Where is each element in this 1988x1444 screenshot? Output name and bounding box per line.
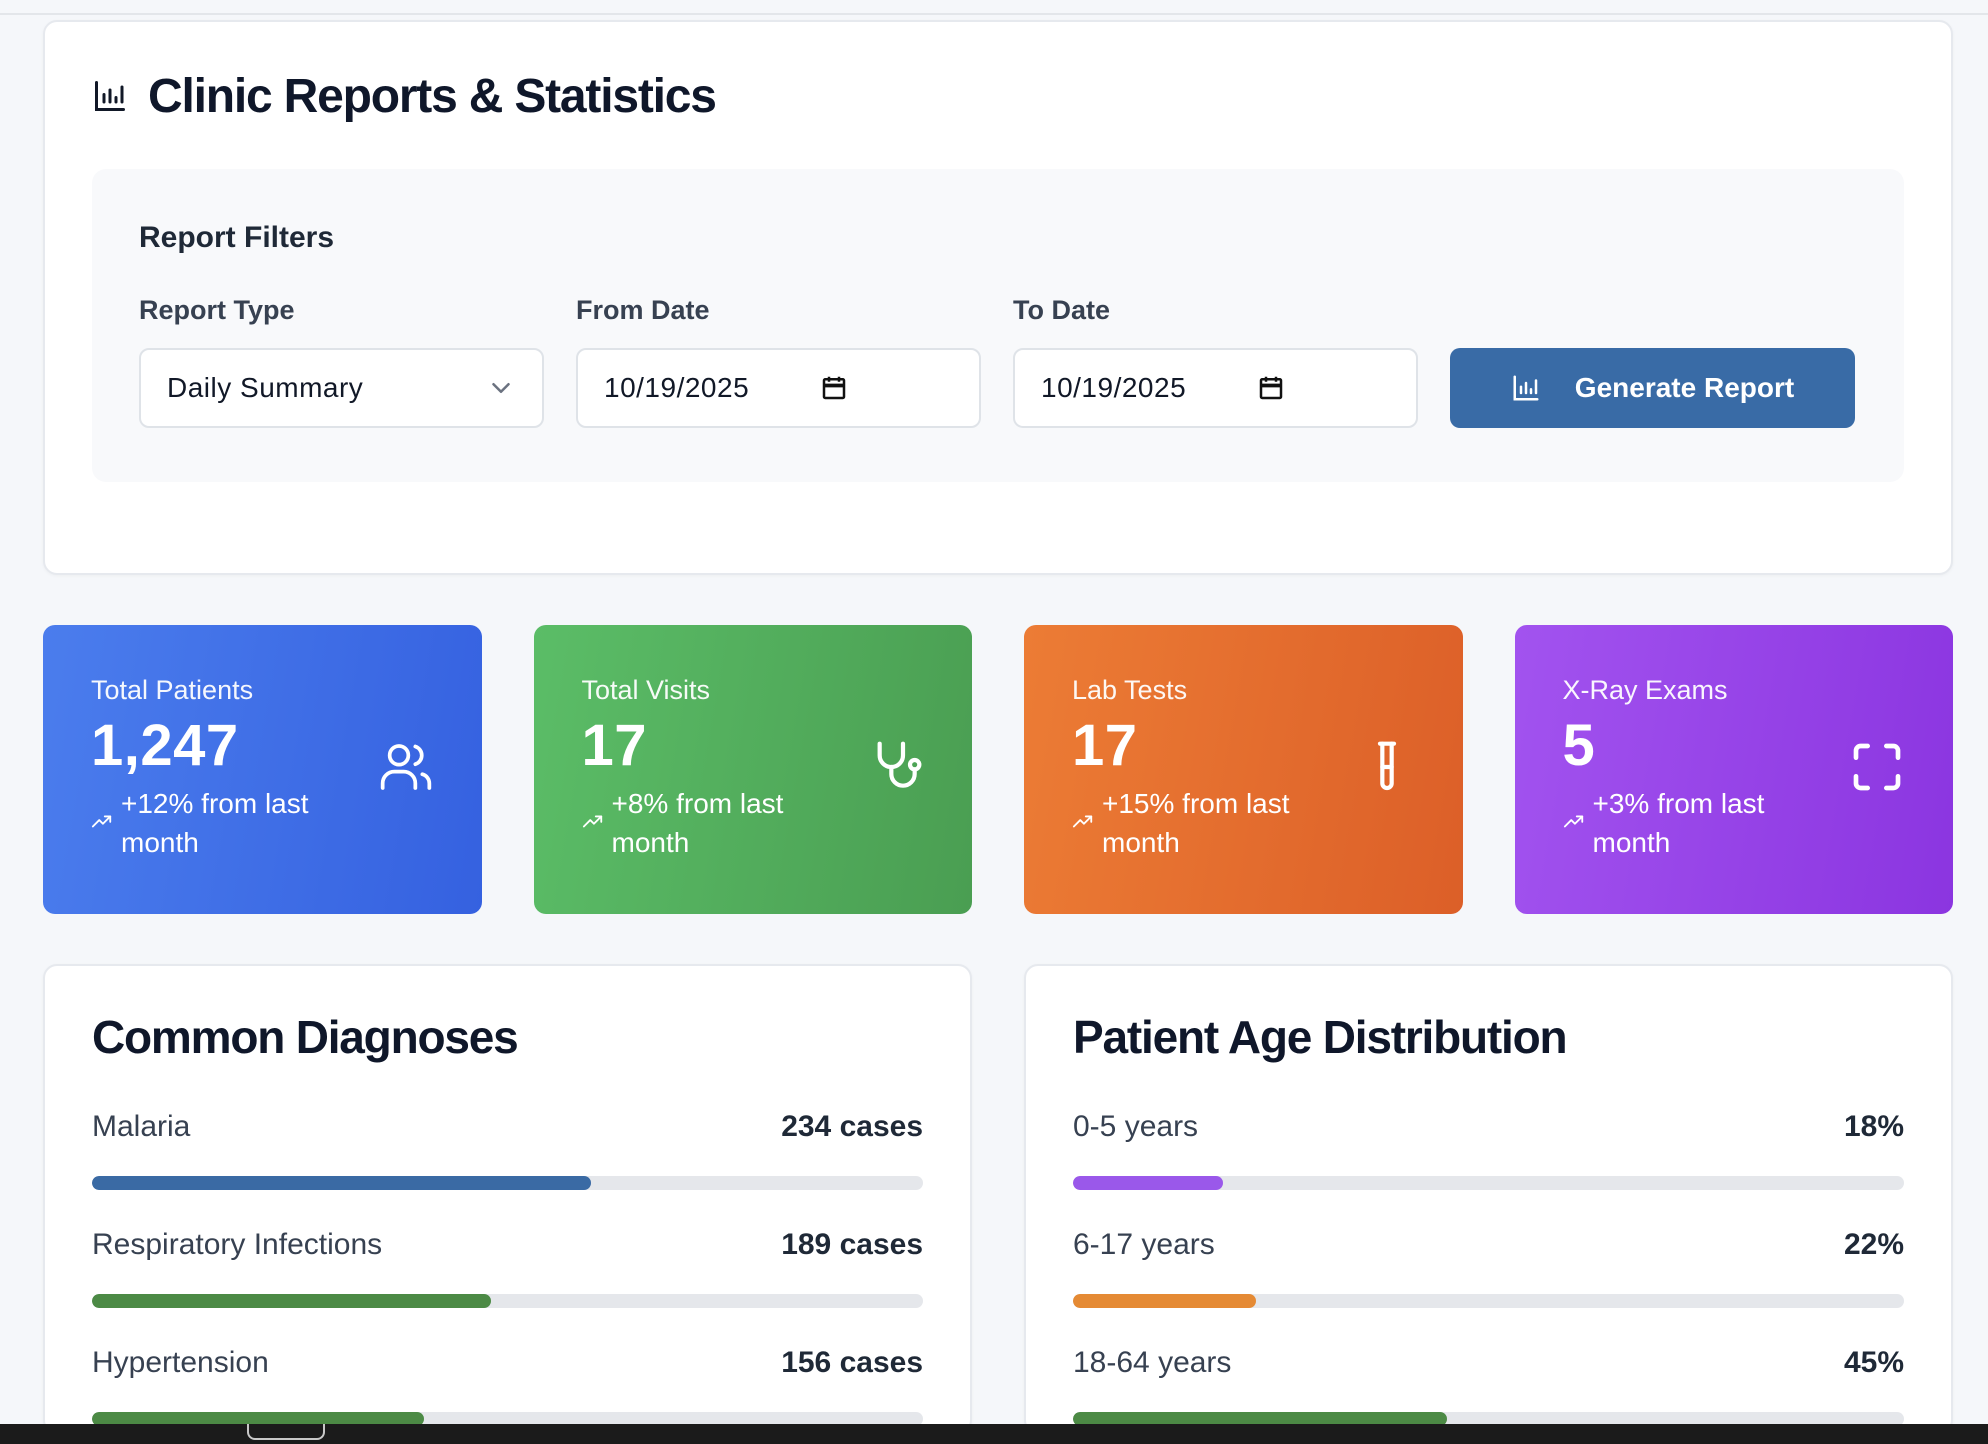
stat-label: X-Ray Exams [1562,675,1728,705]
age-group-item: 0-5 years 18% [1073,1110,1904,1190]
stat-card-total-visits: Total Visits 17 +8% from last month [533,625,972,914]
age-group-percent: 22% [1843,1228,1904,1261]
progress-track [92,1294,923,1308]
trending-up-icon [1563,815,1583,828]
progress-track [1073,1176,1904,1190]
stat-change: +3% from last month [1563,784,1823,862]
stat-change-text: +15% from last month [1102,788,1290,858]
panel-title: Common Diagnoses [92,1011,519,1063]
from-date-input[interactable]: 10/19/2025 [576,348,981,428]
diagnosis-name: Malaria [92,1110,191,1143]
stat-label: Total Patients [91,675,254,705]
age-distribution-panel: Patient Age Distribution 0-5 years 18% 6-… [1024,964,1953,1434]
age-group-item: 6-17 years 22% [1073,1228,1904,1308]
generate-report-label: Generate Report [1574,372,1795,403]
page-content: Clinic Reports & Statistics Report Filte… [43,20,1953,1434]
filters-title: Report Filters [139,221,335,254]
page-header: Clinic Reports & Statistics [92,66,1904,126]
stats-row: Total Patients 1,247 +12% from last mont… [43,625,1953,914]
diagnosis-count: 189 cases [781,1228,923,1261]
calendar-icon[interactable] [819,373,849,403]
horizontal-scroll-thumb[interactable] [247,1424,325,1440]
trending-up-icon [582,815,602,828]
trending-up-icon [91,815,112,828]
progress-track [1073,1294,1904,1308]
diagnosis-name: Hypertension [92,1346,269,1379]
age-group-name: 0-5 years [1073,1110,1199,1143]
reports-card: Clinic Reports & Statistics Report Filte… [43,20,1953,575]
progress-fill [92,1176,591,1190]
stat-change-text: +3% from last month [1592,788,1765,858]
report-type-label: Report Type [139,295,295,325]
to-date-input[interactable]: 10/19/2025 [1013,348,1418,428]
progress-fill [92,1294,491,1308]
progress-track [92,1176,923,1190]
filter-row: Report Type Daily Summary From Date 10/1… [139,295,1857,428]
stat-change: +15% from last month [1072,784,1332,862]
age-group-percent: 18% [1843,1110,1904,1143]
diagnosis-count: 156 cases [781,1346,923,1379]
stat-label: Lab Tests [1072,675,1188,705]
report-filters-panel: Report Filters Report Type Daily Summary… [92,169,1904,482]
stat-change: +8% from last month [582,784,842,862]
trending-up-icon [1072,815,1093,828]
stat-card-lab-tests: Lab Tests 17 +15% from last month [1024,625,1463,914]
to-date-label: To Date [1013,295,1111,325]
browser-top-edge [0,0,1988,15]
from-date-value: 10/19/2025 [604,372,750,403]
age-group-item: 18-64 years 45% [1073,1346,1904,1426]
diagnosis-count: 234 cases [781,1110,923,1143]
calendar-icon[interactable] [1256,373,1286,403]
page-title: Clinic Reports & Statistics [148,69,717,123]
panel-title: Patient Age Distribution [1073,1011,1568,1063]
bar-chart-icon [95,81,125,111]
stat-change: +12% from last month [91,784,351,862]
stat-label: Total Visits [581,675,711,705]
stat-change-text: +8% from last month [611,788,784,858]
from-date-field: From Date 10/19/2025 [576,295,981,428]
age-group-name: 6-17 years [1073,1228,1215,1261]
progress-fill [1073,1294,1256,1308]
report-type-field: Report Type Daily Summary [139,295,544,428]
to-date-value: 10/19/2025 [1041,372,1187,403]
common-diagnoses-panel: Common Diagnoses Malaria 234 cases Respir… [43,964,972,1434]
age-group-percent: 45% [1843,1346,1904,1379]
panels-row: Common Diagnoses Malaria 234 cases Respir… [43,964,1953,1434]
bar-chart-icon [1513,375,1539,401]
stat-card-total-patients: Total Patients 1,247 +12% from last mont… [43,625,482,914]
to-date-field: To Date 10/19/2025 [1013,295,1418,428]
diagnosis-item: Malaria 234 cases [92,1110,923,1190]
scan-icon [1853,743,1901,791]
users-icon [380,744,431,790]
report-type-value: Daily Summary [167,372,364,403]
stat-change-text: +12% from last month [121,788,309,858]
age-group-name: 18-64 years [1073,1346,1232,1379]
stethoscope-icon [877,741,922,788]
diagnosis-item: Respiratory Infections 189 cases [92,1228,923,1308]
from-date-label: From Date [576,295,710,325]
progress-fill [1073,1176,1223,1190]
report-type-select[interactable]: Daily Summary [139,348,544,428]
stat-card-xray-exams: X-Ray Exams 5 +3% from last month [1514,625,1953,914]
diagnosis-name: Respiratory Infections [92,1228,383,1261]
diagnosis-item: Hypertension 156 cases [92,1346,923,1426]
generate-report-button[interactable]: Generate Report [1450,348,1855,428]
chevron-down-icon [492,383,510,393]
test-tube-icon [1377,741,1396,791]
